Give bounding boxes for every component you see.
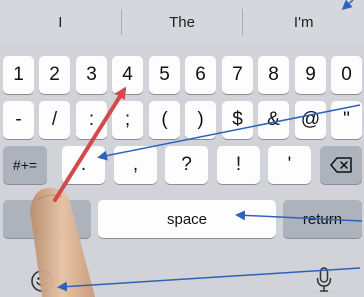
annotation-overlay <box>30 0 363 297</box>
swipe-arrow <box>53 86 127 202</box>
annotation-arrow-emoji <box>57 267 361 292</box>
annotation-arrow-suggestions <box>341 0 354 10</box>
finger-illustration <box>30 187 95 297</box>
annotation-arrow-space <box>235 210 363 222</box>
annotation-arrow-period <box>97 104 361 161</box>
